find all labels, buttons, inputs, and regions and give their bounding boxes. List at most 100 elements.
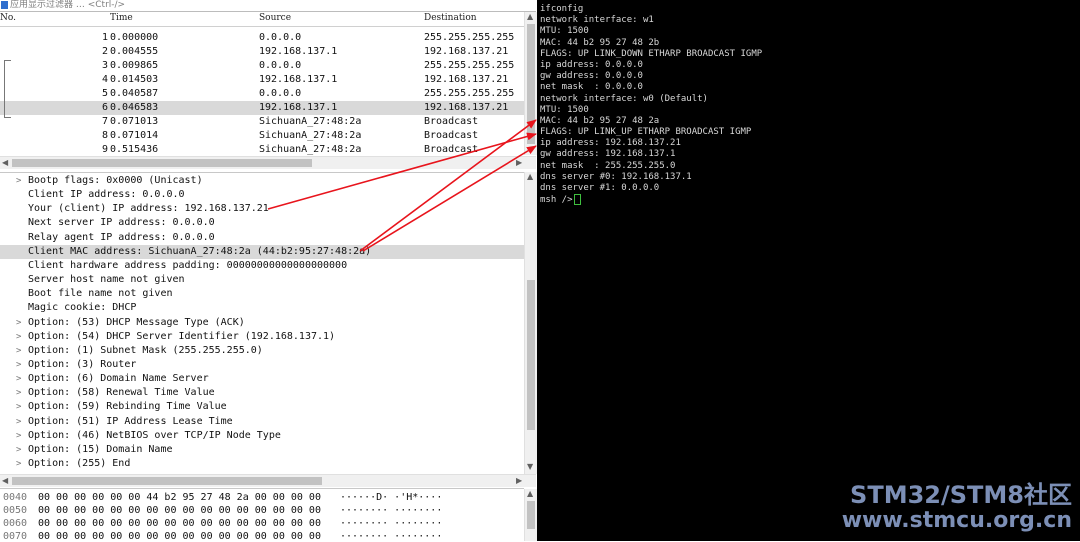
detail-text: Client MAC address: SichuanA_27:48:2a (4…: [28, 245, 372, 257]
display-filter-input[interactable]: 应用显示过滤器 … <Ctrl-/>: [10, 0, 125, 10]
detail-row[interactable]: Magic cookie: DHCP: [0, 301, 524, 315]
packet-source: 192.168.137.1: [259, 102, 338, 113]
expand-chevron-icon[interactable]: >: [16, 358, 21, 372]
detail-row[interactable]: Boot file name not given: [0, 287, 524, 301]
detail-text: Option: (15) Domain Name: [28, 443, 173, 455]
detail-row[interactable]: > Option: (53) DHCP Message Type (ACK): [0, 316, 524, 330]
packet-time: 0.040587: [110, 88, 159, 99]
column-header-no[interactable]: No.: [0, 13, 16, 23]
terminal-prompt-line[interactable]: msh />: [540, 194, 762, 206]
packet-time: 0.515436: [110, 144, 159, 155]
byte-ascii: ········ ········: [340, 505, 443, 516]
terminal-line: MTU: 1500: [540, 26, 589, 37]
expand-chevron-icon[interactable]: >: [16, 443, 21, 457]
details-hscrollbar[interactable]: ◀ ▶: [0, 474, 536, 487]
detail-row[interactable]: > Option: (46) NetBIOS over TCP/IP Node T…: [0, 429, 524, 443]
scroll-thumb[interactable]: [12, 477, 322, 485]
details-vscrollbar[interactable]: ▲ ▼: [524, 172, 537, 474]
detail-row[interactable]: > Option: (3) Router: [0, 358, 524, 372]
detail-text: Your (client) IP address: 192.168.137.21: [28, 203, 269, 215]
scroll-thumb[interactable]: [527, 501, 535, 529]
packet-destination: 255.255.255.255: [424, 88, 515, 99]
detail-row[interactable]: > Option: (51) IP Address Lease Time: [0, 415, 524, 429]
detail-row[interactable]: > Option: (255) End: [0, 457, 524, 471]
packet-row[interactable]: 6 0.046583 192.168.137.1 192.168.137.21: [0, 101, 524, 115]
watermark: STM32/STM8社区 www.stmcu.org.cn: [842, 482, 1072, 534]
packet-row[interactable]: 9 0.515436 SichuanA_27:48:2a Broadcast: [0, 143, 524, 155]
expand-chevron-icon[interactable]: >: [16, 400, 21, 414]
detail-text: Option: (6) Domain Name Server: [28, 373, 209, 385]
watermark-line1: STM32/STM8社区: [850, 481, 1072, 509]
byte-hex: 00 00 00 00 00 00 00 00 00 00 00 00 00 0…: [38, 518, 321, 529]
packet-row[interactable]: 3 0.009865 0.0.0.0 255.255.255.255: [0, 59, 524, 73]
scroll-up-icon[interactable]: ▲: [527, 489, 533, 499]
terminal-prompt: msh />: [540, 195, 573, 206]
detail-row[interactable]: > Option: (15) Domain Name: [0, 443, 524, 457]
expand-chevron-icon[interactable]: >: [16, 386, 21, 400]
packet-time: 0.009865: [110, 60, 159, 71]
terminal-window[interactable]: ifconfig network interface: w1 MTU: 1500 MA…: [537, 0, 1080, 541]
terminal-output: ifconfig network interface: w1 MTU: 1500 MA…: [540, 4, 762, 206]
bytes-row[interactable]: 0070 00 00 00 00 00 00 00 00 00 00 00 00 …: [0, 530, 524, 542]
scroll-thumb[interactable]: [527, 24, 535, 144]
display-filter-bar[interactable]: 应用显示过滤器 … <Ctrl-/>: [0, 0, 536, 12]
expand-chevron-icon[interactable]: >: [16, 415, 21, 429]
packet-row[interactable]: 1 0.000000 0.0.0.0 255.255.255.255: [0, 31, 524, 45]
scroll-left-icon[interactable]: ◀: [2, 476, 8, 486]
expand-chevron-icon[interactable]: >: [16, 372, 21, 386]
bytes-vscrollbar[interactable]: ▲: [524, 489, 537, 541]
packet-row[interactable]: 7 0.071013 SichuanA_27:48:2a Broadcast: [0, 115, 524, 129]
packet-destination: 192.168.137.21: [424, 46, 509, 57]
expand-chevron-icon[interactable]: >: [16, 330, 21, 344]
scroll-thumb[interactable]: [12, 159, 312, 167]
scroll-thumb[interactable]: [527, 280, 535, 430]
expand-chevron-icon[interactable]: >: [16, 174, 21, 188]
packet-row[interactable]: 4 0.014503 192.168.137.1 192.168.137.21: [0, 73, 524, 87]
scroll-up-icon[interactable]: ▲: [527, 172, 533, 182]
packet-row[interactable]: 5 0.040587 0.0.0.0 255.255.255.255: [0, 87, 524, 101]
terminal-line: network interface: w0 (Default): [540, 93, 708, 104]
packet-no: 6: [101, 102, 108, 113]
bytes-row[interactable]: 0060 00 00 00 00 00 00 00 00 00 00 00 00 …: [0, 517, 524, 531]
packet-row[interactable]: 2 0.004555 192.168.137.1 192.168.137.21: [0, 45, 524, 59]
detail-row[interactable]: Your (client) IP address: 192.168.137.21: [0, 202, 524, 216]
detail-row[interactable]: > Option: (58) Renewal Time Value: [0, 386, 524, 400]
detail-text: Client hardware address padding: 0000000…: [28, 259, 348, 271]
packet-bytes: 0040 00 00 00 00 00 00 44 b2 95 27 48 2a …: [0, 488, 524, 542]
detail-row[interactable]: Next server IP address: 0.0.0.0: [0, 216, 524, 230]
detail-row[interactable]: > Option: (1) Subnet Mask (255.255.255.0): [0, 344, 524, 358]
scroll-right-icon[interactable]: ▶: [516, 476, 522, 486]
scroll-right-icon[interactable]: ▶: [516, 158, 522, 168]
expand-chevron-icon[interactable]: >: [16, 429, 21, 443]
packet-no: 5: [101, 88, 108, 99]
packet-source: 0.0.0.0: [259, 60, 302, 71]
expand-chevron-icon[interactable]: >: [16, 457, 21, 471]
detail-row[interactable]: > Option: (59) Rebinding Time Value: [0, 400, 524, 414]
scroll-left-icon[interactable]: ◀: [2, 158, 8, 168]
scroll-up-icon[interactable]: ▲: [527, 12, 533, 22]
detail-row[interactable]: Client MAC address: SichuanA_27:48:2a (4…: [0, 244, 524, 259]
byte-offset: 0070: [3, 531, 28, 542]
detail-row[interactable]: Server host name not given: [0, 273, 524, 287]
packet-row[interactable]: 8 0.071014 SichuanA_27:48:2a Broadcast: [0, 129, 524, 143]
terminal-line: ip address: 0.0.0.0: [540, 59, 643, 70]
expand-chevron-icon[interactable]: >: [16, 344, 21, 358]
packet-list-vscrollbar[interactable]: ▲: [524, 12, 537, 155]
detail-row[interactable]: Client IP address: 0.0.0.0: [0, 188, 524, 202]
expand-chevron-icon[interactable]: >: [16, 316, 21, 330]
byte-offset: 0060: [3, 518, 28, 529]
column-header-destination[interactable]: Destination: [424, 13, 477, 23]
packet-list-hscrollbar[interactable]: ◀ ▶: [0, 156, 536, 169]
scroll-down-icon[interactable]: ▼: [527, 462, 533, 472]
detail-row[interactable]: Relay agent IP address: 0.0.0.0: [0, 231, 524, 245]
filter-bookmark-icon[interactable]: [1, 1, 8, 9]
column-header-source[interactable]: Source: [259, 13, 291, 23]
bytes-row[interactable]: 0050 00 00 00 00 00 00 00 00 00 00 00 00 …: [0, 504, 524, 518]
detail-row[interactable]: > Bootp flags: 0x0000 (Unicast): [0, 174, 524, 188]
detail-row[interactable]: > Option: (6) Domain Name Server: [0, 372, 524, 386]
bytes-row[interactable]: 0040 00 00 00 00 00 00 44 b2 95 27 48 2a …: [0, 491, 524, 505]
detail-row[interactable]: > Option: (54) DHCP Server Identifier (19…: [0, 330, 524, 344]
column-header-time[interactable]: Time: [110, 13, 133, 23]
detail-row[interactable]: Client hardware address padding: 0000000…: [0, 259, 524, 273]
packet-list: No. Time Source Destination 1 0.000000 0.0…: [0, 12, 524, 155]
